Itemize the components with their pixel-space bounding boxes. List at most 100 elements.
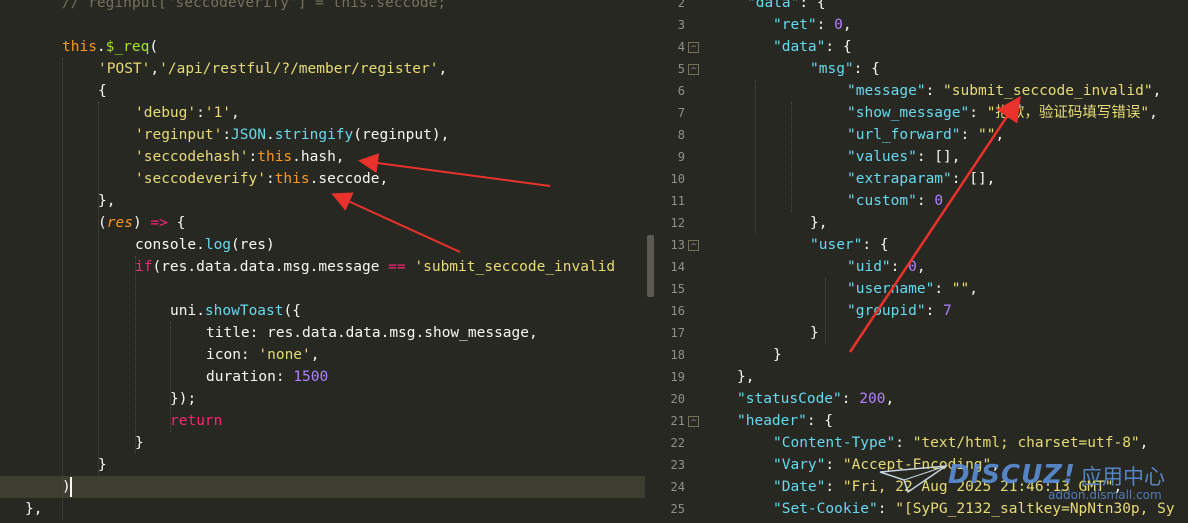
code-line[interactable]: 'reginput':JSON.stringify(reginput), — [0, 124, 645, 146]
code-token: "user" — [810, 237, 863, 253]
code-token: JSON — [231, 127, 266, 143]
code-token: , — [1149, 105, 1158, 121]
code-line[interactable]: uni.showToast({ — [0, 300, 645, 322]
code-token: : — [925, 83, 944, 99]
code-token: } — [810, 325, 819, 341]
code-token: "message" — [847, 83, 926, 99]
code-line[interactable]: // reginput['seccodeverify'] = this.secc… — [0, 0, 645, 14]
code-token: : — [841, 391, 860, 407]
code-token: , — [1139, 435, 1149, 451]
json-line[interactable]: "message": "submit_seccode_invalid", — [655, 80, 1188, 102]
code-token: : — [816, 17, 835, 33]
code-token: "data" — [773, 39, 826, 55]
json-line[interactable]: "data": { — [655, 0, 1188, 14]
code-token: return — [170, 413, 223, 429]
json-line[interactable]: "Content-Type": "text/html; charset=utf-… — [655, 432, 1188, 454]
code-token: : — [222, 127, 232, 143]
json-text: "header": { — [737, 410, 833, 432]
json-line[interactable]: "extraparam": [], — [655, 168, 1188, 190]
code-token: 'seccodeverify' — [135, 171, 266, 187]
code-token: .hash, — [292, 149, 345, 165]
json-text: }, — [737, 366, 754, 388]
json-line[interactable]: "msg": { — [655, 58, 1188, 80]
json-line[interactable]: "username": "", — [655, 278, 1188, 300]
json-text: "user": { — [810, 234, 889, 256]
code-token: "Set-Cookie" — [773, 501, 878, 517]
code-token: 1500 — [293, 369, 329, 385]
code-token: "Vary" — [773, 457, 826, 473]
code-line[interactable]: { — [0, 80, 645, 102]
code-line[interactable]: 'debug':'1', — [0, 102, 645, 124]
code-text: title: res.data.data.msg.show_message, — [206, 322, 538, 344]
json-text: "message": "submit_seccode_invalid", — [847, 80, 1161, 102]
json-line[interactable]: "user": { — [655, 234, 1188, 256]
json-line[interactable]: } — [655, 322, 1188, 344]
code-line[interactable]: }, — [0, 190, 645, 212]
json-text: "ret": 0, — [773, 14, 852, 36]
text-cursor — [70, 477, 72, 497]
json-line[interactable]: } — [655, 344, 1188, 366]
code-token: , — [995, 127, 1005, 143]
code-token: : — [895, 435, 913, 451]
json-text: "Content-Type": "text/html; charset=utf-… — [773, 432, 1148, 454]
code-line[interactable]: console.log(res) — [0, 234, 645, 256]
json-line[interactable]: "custom": 0 — [655, 190, 1188, 212]
code-text: 'debug':'1', — [135, 102, 240, 124]
code-line[interactable]: }, — [0, 498, 645, 520]
code-token: , — [885, 391, 895, 407]
vertical-scrollbar-thumb[interactable] — [647, 235, 654, 297]
json-line[interactable]: "url_forward": "", — [655, 124, 1188, 146]
code-token: ) — [132, 215, 151, 231]
code-token: , — [842, 17, 852, 33]
code-token: : — [925, 303, 944, 319]
code-token: "statusCode" — [737, 391, 842, 407]
json-line[interactable]: "ret": 0, — [655, 14, 1188, 36]
code-token: => — [150, 215, 168, 231]
code-line[interactable]: 'POST','/api/restful/?/member/register', — [0, 58, 645, 80]
code-token: '/api/restful/?/member/register' — [159, 61, 439, 77]
code-line[interactable]: this.$_req( — [0, 36, 645, 58]
code-line[interactable]: 'seccodehash':this.hash, — [0, 146, 645, 168]
code-text: this.$_req( — [62, 36, 158, 58]
code-line[interactable]: return — [0, 410, 645, 432]
json-text: "statusCode": 200, — [737, 388, 894, 410]
left-code-editor[interactable]: // reginput['seccodeverify'] = this.secc… — [0, 0, 655, 523]
code-line[interactable]: duration: 1500 — [0, 366, 645, 388]
code-token: : { — [806, 413, 834, 429]
code-line[interactable]: } — [0, 454, 645, 476]
code-token: }); — [170, 391, 197, 407]
code-line[interactable]: if(res.data.data.msg.message == 'submit_… — [0, 256, 645, 278]
code-line[interactable]: title: res.data.data.msg.show_message, — [0, 322, 645, 344]
json-line[interactable]: "show_message": "抱歉，验证码填写错误", — [655, 102, 1188, 124]
code-token: : — [265, 171, 275, 187]
json-line[interactable]: "groupid": 7 — [655, 300, 1188, 322]
json-line[interactable]: "values": [], — [655, 146, 1188, 168]
json-line[interactable]: "header": { — [655, 410, 1188, 432]
code-token: : [], — [916, 149, 961, 165]
json-line[interactable]: }, — [655, 212, 1188, 234]
code-line[interactable]: }); — [0, 388, 645, 410]
code-text: uni.showToast({ — [170, 300, 301, 322]
json-line[interactable]: }, — [655, 366, 1188, 388]
code-line[interactable]: 'seccodeverify':this.seccode, — [0, 168, 645, 190]
code-token: "values" — [847, 149, 917, 165]
right-json-viewer[interactable]: 2 3 4−5−6 7 8 9 10 11 12 13−14 15 16 17 18 19 20 21−22 23… — [655, 0, 1188, 523]
code-line[interactable]: } — [0, 432, 645, 454]
code-line[interactable]: ) — [0, 476, 645, 498]
json-line[interactable]: "uid": 0, — [655, 256, 1188, 278]
json-text: "url_forward": "", — [847, 124, 1004, 146]
code-line[interactable] — [0, 14, 645, 36]
json-line[interactable]: "data": { — [655, 36, 1188, 58]
code-line[interactable]: icon: 'none', — [0, 344, 645, 366]
code-text: }, — [98, 190, 115, 212]
json-line[interactable]: "statusCode": 200, — [655, 388, 1188, 410]
code-token: "groupid" — [847, 303, 926, 319]
code-line[interactable]: (res) => { — [0, 212, 645, 234]
code-line[interactable] — [0, 278, 645, 300]
code-text: icon: 'none', — [206, 344, 320, 366]
code-text: 'reginput':JSON.stringify(reginput), — [135, 124, 449, 146]
code-token: , — [150, 61, 160, 77]
code-token: 0 — [908, 259, 917, 275]
code-token: "show_message" — [847, 105, 970, 121]
json-text: "groupid": 7 — [847, 300, 952, 322]
